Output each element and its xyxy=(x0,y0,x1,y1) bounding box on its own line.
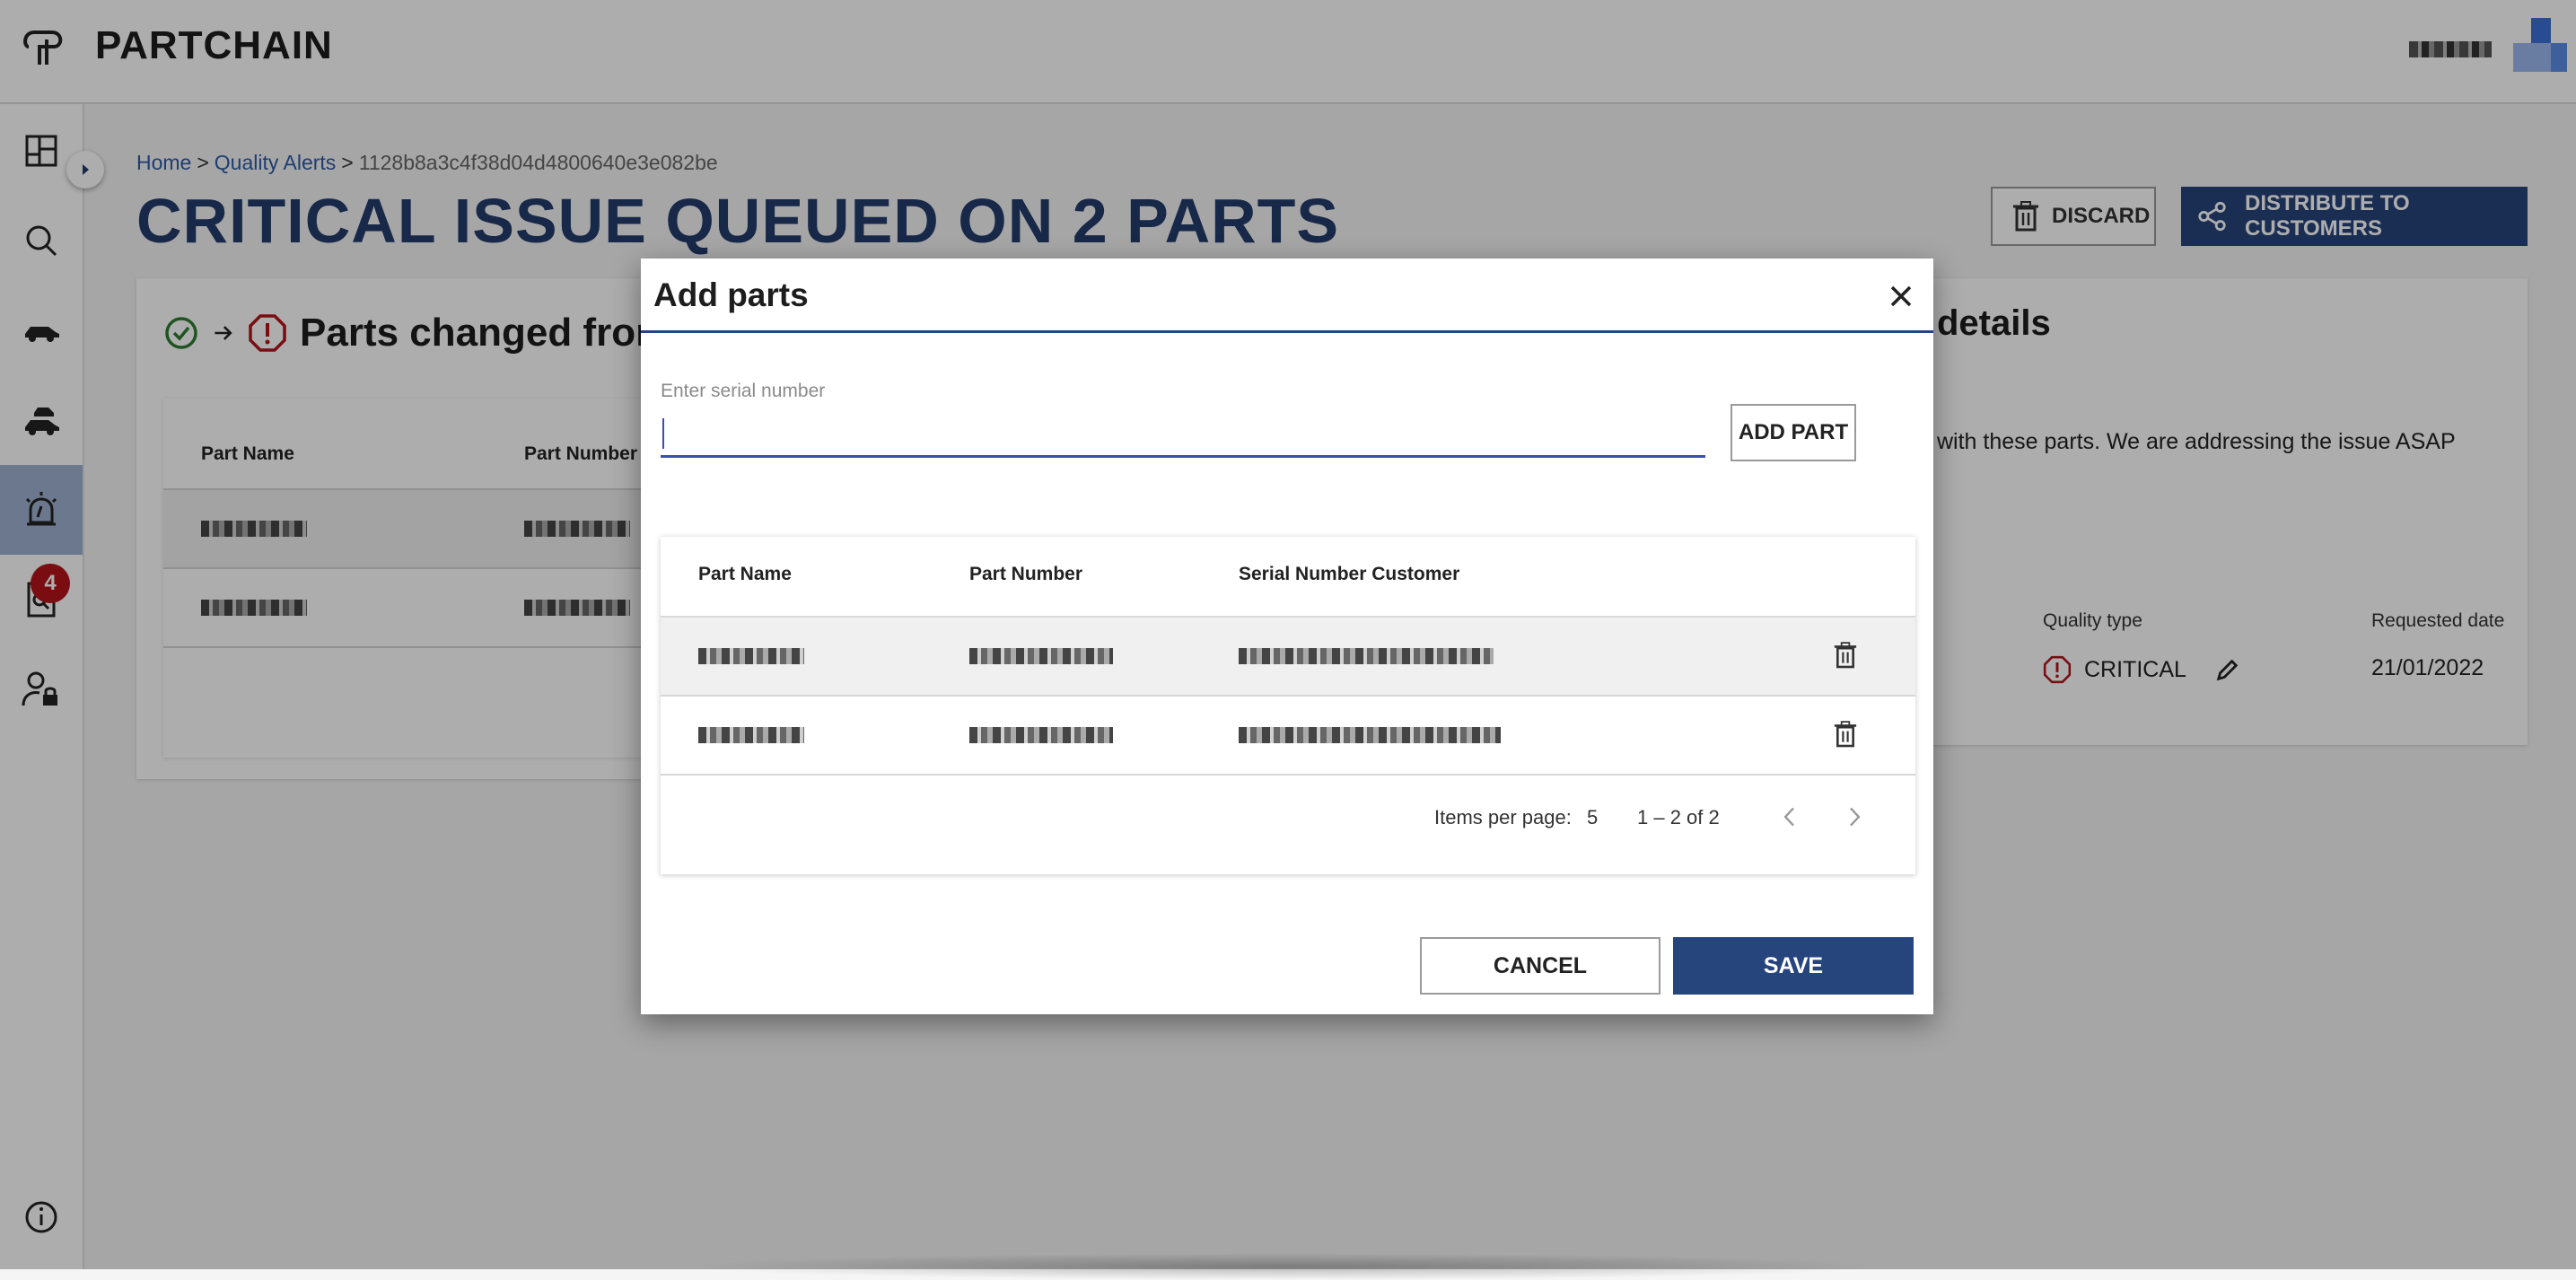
selected-parts-table: Part Name Part Number Serial Number Cust… xyxy=(661,537,1915,874)
serial-number-cell: ▓▓▓▓▓▓▓▓▓▓▓▓ xyxy=(1239,648,1494,664)
chevron-left-icon xyxy=(1783,807,1794,827)
column-header-part-number[interactable]: Part Number xyxy=(969,564,1082,585)
items-per-page-label: Items per page: xyxy=(1434,806,1572,828)
dialog-title: Add parts xyxy=(653,276,809,313)
serial-number-cell: ▓▓▓▓▓▓▓▓▓▓▓▓ xyxy=(1239,727,1501,743)
add-parts-dialog: Add parts Enter serial number ADD PART P… xyxy=(641,259,1933,1014)
save-button[interactable]: SAVE xyxy=(1673,937,1914,995)
part-number-cell: ▓▓▓▓▓▓▓ xyxy=(969,648,1113,664)
part-name-cell: ▓▓▓ ▓▓▓▓▓ xyxy=(698,727,804,743)
table-divider xyxy=(661,774,1915,776)
items-per-page-select[interactable]: 5 xyxy=(1587,806,1598,829)
trash-icon xyxy=(1834,721,1857,748)
part-name-cell: ▓▓▓ ▓▓▓▓▓ xyxy=(698,648,804,664)
serial-number-input[interactable] xyxy=(661,409,1705,458)
close-dialog-button[interactable] xyxy=(1883,278,1919,314)
delete-row-button[interactable] xyxy=(1827,637,1863,673)
table-row[interactable]: ▓▓▓ ▓▓▓▓▓ ▓▓▓▓▓▓▓ ▓▓▓▓▓▓▓▓▓▓▓▓ xyxy=(661,616,1915,695)
serial-number-label: Enter serial number xyxy=(661,381,826,401)
close-icon xyxy=(1890,285,1912,307)
table-row[interactable]: ▓▓▓ ▓▓▓▓▓ ▓▓▓▓▓▓▓ ▓▓▓▓▓▓▓▓▓▓▓▓ xyxy=(661,695,1915,774)
text-caret xyxy=(662,418,664,449)
panel-shadow xyxy=(682,1253,1885,1280)
page-range-label: 1 – 2 of 2 xyxy=(1637,806,1720,828)
part-number-cell: ▓▓▓▓▓▓▓ xyxy=(969,727,1113,743)
previous-page-button[interactable] xyxy=(1772,799,1808,835)
chevron-right-icon xyxy=(1850,807,1861,827)
column-header-serial-number-customer[interactable]: Serial Number Customer xyxy=(1239,564,1459,585)
cancel-button[interactable]: CANCEL xyxy=(1420,937,1660,995)
delete-row-button[interactable] xyxy=(1827,716,1863,752)
add-part-button[interactable]: ADD PART xyxy=(1730,404,1856,461)
column-header-part-name[interactable]: Part Name xyxy=(698,564,792,585)
dialog-divider xyxy=(641,330,1933,333)
next-page-button[interactable] xyxy=(1836,799,1872,835)
trash-icon xyxy=(1834,642,1857,669)
